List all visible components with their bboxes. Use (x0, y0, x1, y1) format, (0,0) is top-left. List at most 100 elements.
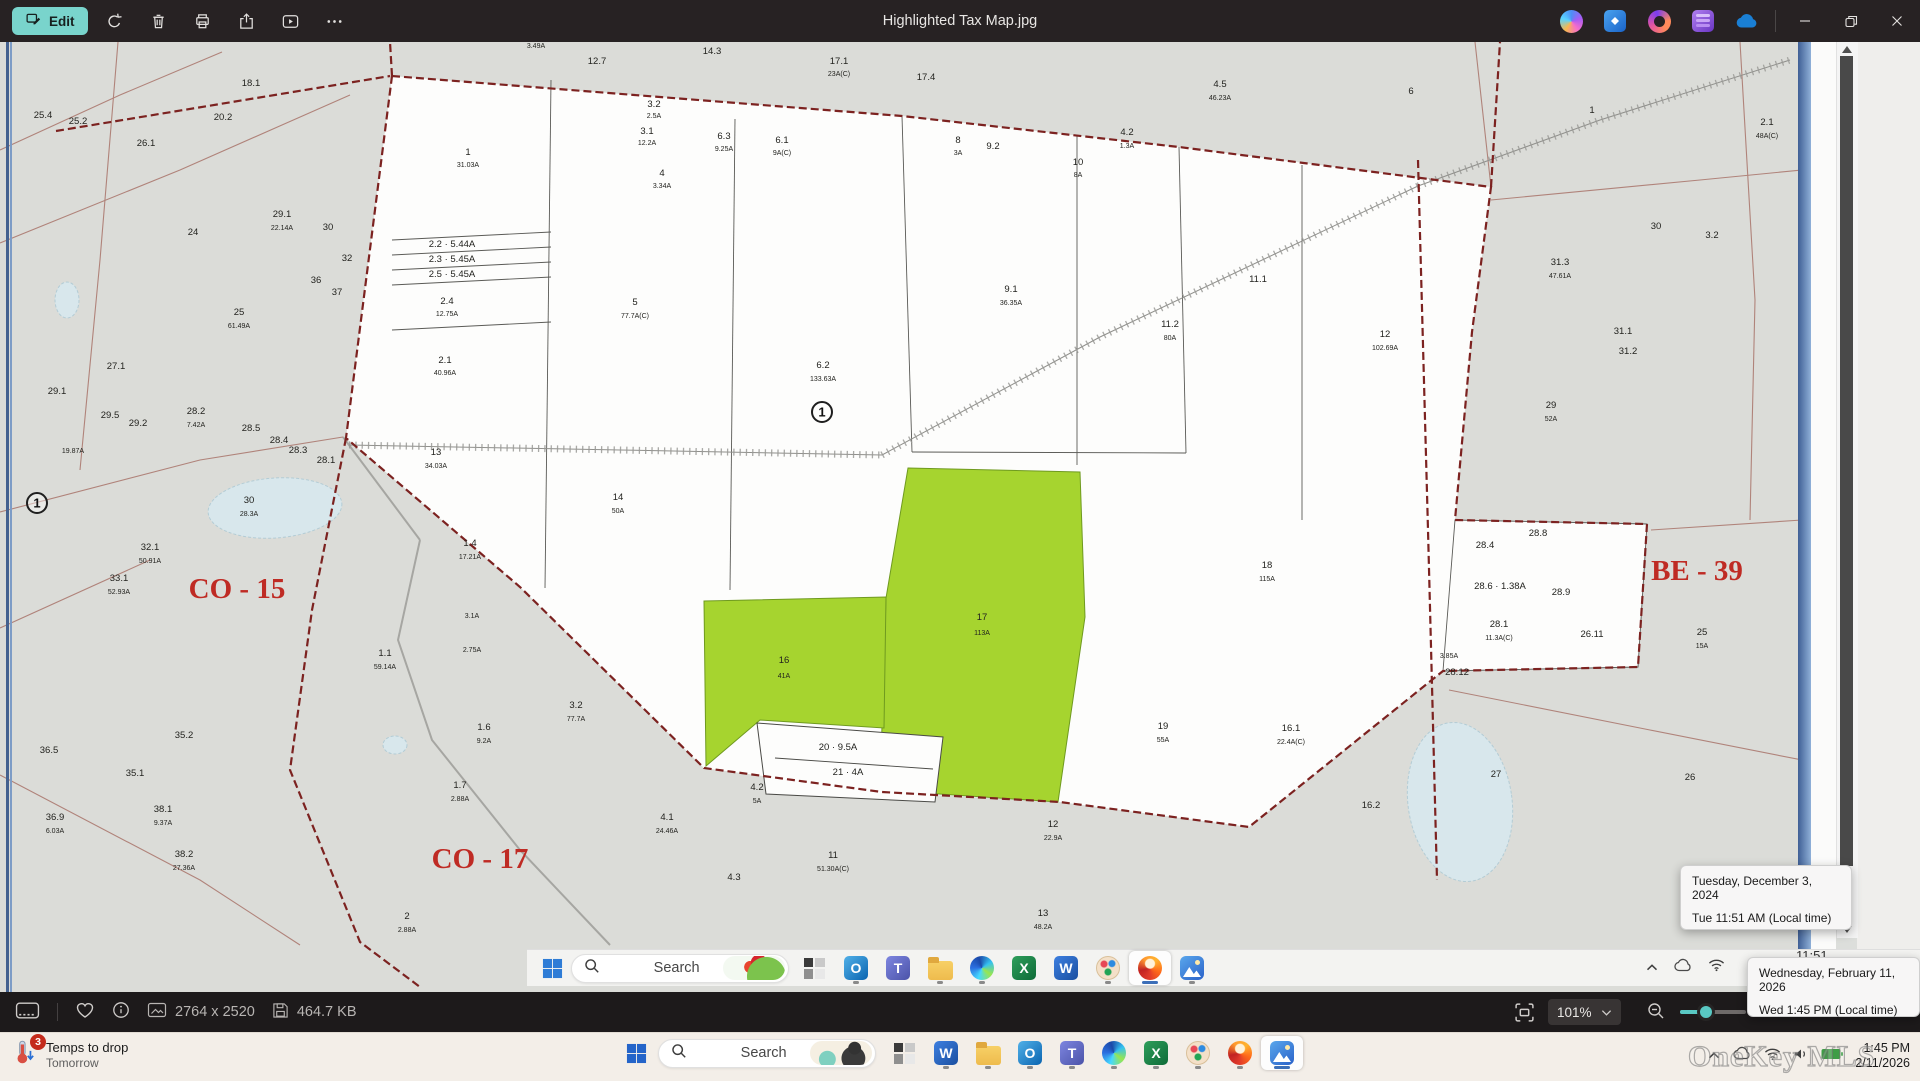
word-icon[interactable]: W (925, 1036, 967, 1070)
edit-button[interactable]: Edit (12, 7, 88, 35)
onedrive-icon[interactable] (1725, 0, 1769, 42)
svg-text:29.5: 29.5 (101, 410, 120, 421)
photos-icon[interactable] (1171, 951, 1213, 985)
zoom-out-icon[interactable] (1646, 1001, 1666, 1026)
file-explorer-icon[interactable] (967, 1036, 1009, 1070)
wifi-icon[interactable] (1764, 1047, 1781, 1066)
taskbar-clock[interactable]: 1:45 PM 2/11/2026 (1855, 1041, 1910, 1071)
district-label: CO - 17 (432, 843, 529, 875)
teams-icon[interactable]: T (877, 951, 919, 985)
svg-text:3.2: 3.2 (647, 99, 660, 110)
svg-text:28.6 · 1.38A: 28.6 · 1.38A (1474, 581, 1526, 592)
scrollbar-thumb[interactable] (1840, 56, 1853, 866)
paint-icon[interactable] (1087, 951, 1129, 985)
svg-text:6.2: 6.2 (816, 360, 829, 371)
svg-text:28.12: 28.12 (1445, 667, 1469, 678)
svg-text:27.36A: 27.36A (173, 865, 196, 872)
fit-screen-icon[interactable] (1514, 1002, 1535, 1028)
svg-text:21 · 4A: 21 · 4A (833, 767, 864, 778)
svg-text:113A: 113A (974, 630, 990, 637)
outlook-icon[interactable]: O (1009, 1036, 1051, 1070)
image-dimensions: 2764 x 2520 (175, 1004, 255, 1020)
start-button[interactable] (617, 1036, 655, 1070)
close-icon[interactable] (1874, 0, 1920, 42)
orange-app-icon[interactable] (1219, 1036, 1261, 1070)
chevron-up-icon[interactable] (1646, 959, 1658, 977)
svg-text:4.2: 4.2 (750, 782, 763, 793)
svg-text:1: 1 (1589, 105, 1594, 116)
minimize-icon[interactable] (1782, 0, 1828, 42)
svg-text:2.2 · 5.44A: 2.2 · 5.44A (429, 239, 476, 250)
grid-app-icon[interactable] (883, 1036, 925, 1070)
outlook-icon[interactable]: O (835, 951, 877, 985)
teams-icon[interactable]: T (1051, 1036, 1093, 1070)
share-icon[interactable] (230, 6, 264, 36)
edge-icon[interactable] (961, 951, 1003, 985)
onedrive-sync-icon[interactable] (1673, 958, 1693, 978)
grid-app-icon[interactable] (793, 951, 835, 985)
svg-text:10: 10 (1073, 157, 1084, 168)
more-icon[interactable] (318, 6, 352, 36)
svg-text:25.4: 25.4 (34, 110, 53, 121)
inner-system-tray (1646, 949, 1725, 986)
chevron-up-icon[interactable] (1708, 1047, 1720, 1065)
info-icon[interactable] (112, 1001, 130, 1023)
inner-search-input[interactable]: Search (571, 954, 789, 983)
cloud-icon[interactable] (1732, 1046, 1752, 1066)
svg-text:48A(C): 48A(C) (1756, 133, 1778, 140)
svg-text:12.2A: 12.2A (638, 140, 657, 147)
weather-widget[interactable]: 3 Temps to drop Tomorrow (10, 1038, 128, 1071)
system-tooltip-time: Wed 1:45 PM (Local time) (1759, 1003, 1908, 1017)
print-icon[interactable] (186, 6, 220, 36)
word-icon[interactable]: W (1045, 951, 1087, 985)
svg-text:1.4: 1.4 (463, 538, 476, 549)
svg-text:35.1: 35.1 (126, 768, 145, 779)
zoom-slider-handle[interactable] (1697, 1003, 1715, 1021)
thermometer-icon: 3 (10, 1038, 38, 1071)
orange-app-icon[interactable] (1129, 951, 1171, 985)
excel-icon[interactable]: X (1135, 1036, 1177, 1070)
svg-text:50A: 50A (612, 508, 625, 515)
paint-icon[interactable] (1177, 1036, 1219, 1070)
svg-text:38.2: 38.2 (175, 849, 194, 860)
speaker-icon[interactable] (1793, 1047, 1809, 1066)
scrollbar[interactable] (1836, 42, 1858, 938)
svg-text:1: 1 (33, 496, 40, 511)
svg-text:31.1: 31.1 (1614, 326, 1633, 337)
search-input[interactable]: Search (658, 1039, 876, 1068)
svg-text:17.1: 17.1 (830, 56, 849, 67)
svg-text:17.4: 17.4 (917, 72, 936, 83)
svg-text:26.1: 26.1 (137, 138, 156, 149)
svg-text:28.1: 28.1 (1490, 619, 1509, 630)
battery-icon[interactable] (1821, 1047, 1843, 1065)
svg-text:34.03A: 34.03A (425, 463, 448, 470)
scroll-up-icon[interactable] (1842, 46, 1852, 53)
svg-text:24: 24 (188, 227, 199, 238)
svg-text:8: 8 (955, 135, 960, 146)
delete-icon[interactable] (142, 6, 176, 36)
edge-icon[interactable] (1093, 1036, 1135, 1070)
wifi-icon[interactable] (1708, 958, 1725, 977)
svg-text:31.03A: 31.03A (457, 162, 480, 169)
favorite-heart-icon[interactable] (75, 1001, 95, 1023)
zoom-slider[interactable] (1680, 1010, 1746, 1014)
svg-text:29.1: 29.1 (273, 209, 292, 220)
zoom-level-dropdown[interactable]: 101% (1548, 999, 1621, 1025)
svg-text:13: 13 (1038, 908, 1049, 919)
inner-tooltip-time: Tue 11:51 AM (Local time) (1692, 911, 1840, 925)
file-explorer-icon[interactable] (919, 951, 961, 985)
restore-icon[interactable] (1828, 0, 1874, 42)
gallery-icon[interactable] (1681, 0, 1725, 42)
copilot-icon[interactable] (1549, 0, 1593, 42)
slideshow-icon[interactable] (274, 6, 308, 36)
svg-text:28.3: 28.3 (289, 445, 308, 456)
svg-text:61.49A: 61.49A (228, 323, 251, 330)
inner-start-button[interactable] (533, 951, 571, 985)
rotate-icon[interactable] (98, 6, 132, 36)
photos-icon[interactable] (1261, 1036, 1303, 1070)
designer-icon[interactable] (1593, 0, 1637, 42)
excel-icon[interactable]: X (1003, 951, 1045, 985)
clipchamp-icon[interactable] (1637, 0, 1681, 42)
filmstrip-icon[interactable] (15, 1001, 40, 1024)
svg-text:11.3A(C): 11.3A(C) (1485, 635, 1513, 642)
